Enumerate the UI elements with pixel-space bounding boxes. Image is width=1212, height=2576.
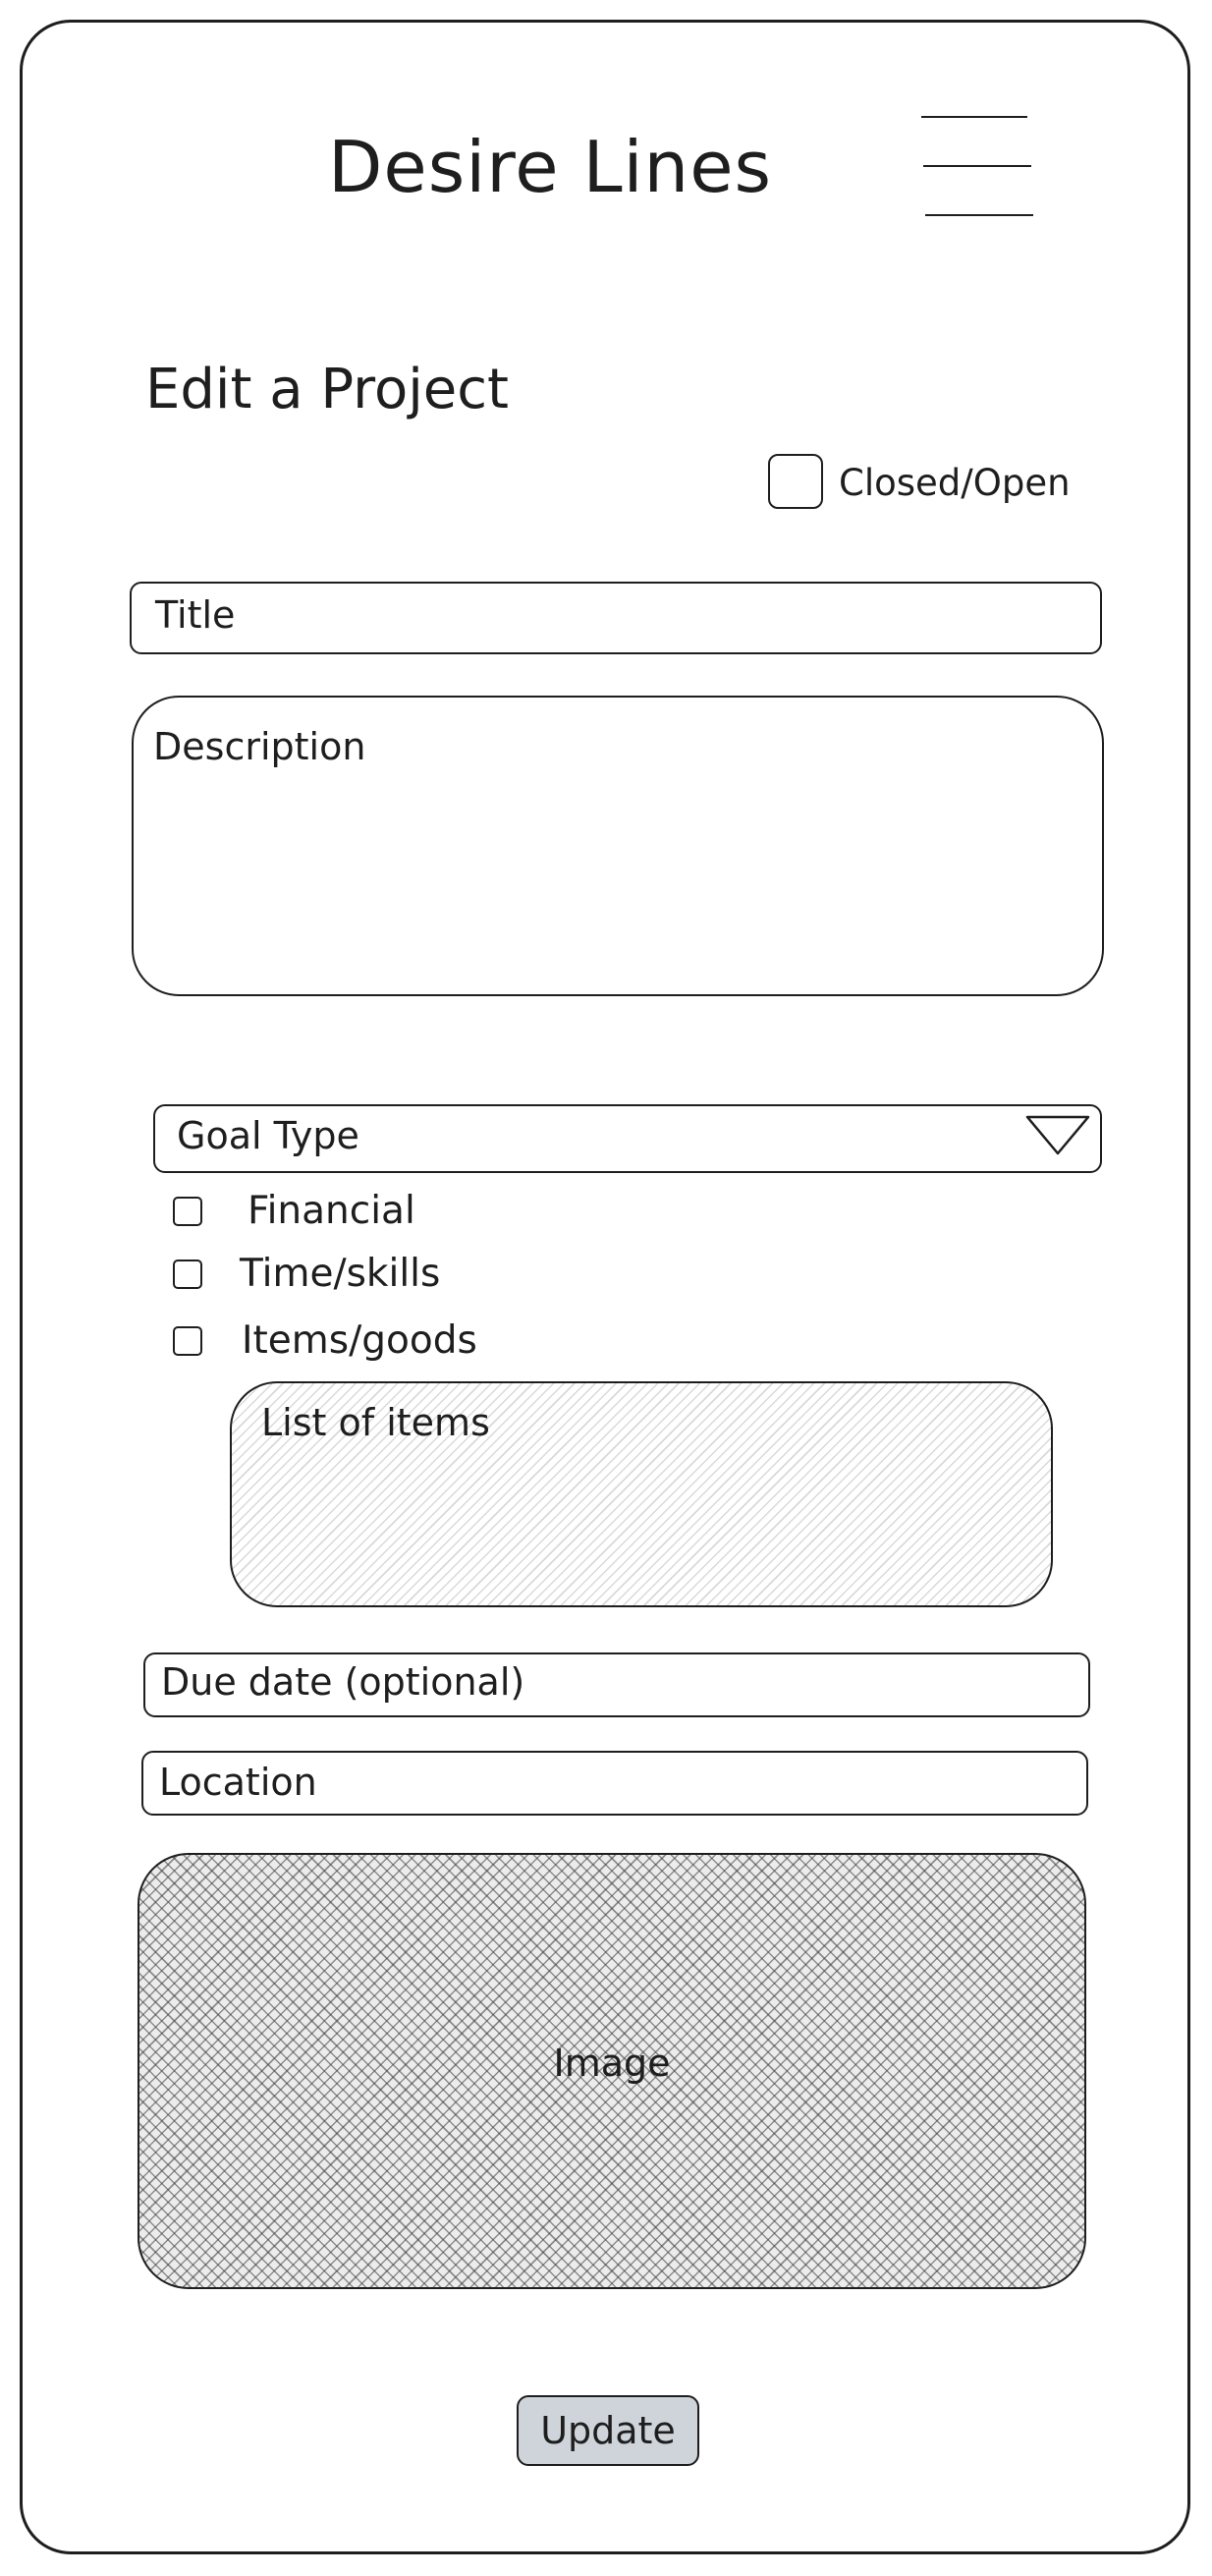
image-upload-area[interactable]: Image bbox=[138, 1853, 1086, 2289]
goal-type-value: Goal Type bbox=[177, 1114, 359, 1157]
items-list-textarea[interactable]: List of items bbox=[230, 1381, 1053, 1607]
page-heading: Edit a Project bbox=[145, 358, 509, 421]
items-goods-checkbox[interactable] bbox=[173, 1326, 202, 1356]
closed-open-checkbox[interactable] bbox=[768, 454, 823, 509]
image-placeholder: Image bbox=[553, 2042, 671, 2085]
items-goods-label: Items/goods bbox=[242, 1318, 477, 1363]
due-date-input[interactable]: Due date (optional) bbox=[143, 1652, 1090, 1717]
location-placeholder: Location bbox=[159, 1761, 317, 1804]
menu-line-middle bbox=[923, 165, 1031, 167]
title-placeholder: Title bbox=[155, 593, 236, 637]
closed-open-toggle[interactable]: Closed/Open bbox=[768, 454, 1082, 513]
closed-open-label: Closed/Open bbox=[839, 462, 1071, 504]
goal-option-time-skills[interactable]: Time/skills bbox=[173, 1252, 448, 1297]
items-list-placeholder: List of items bbox=[261, 1401, 490, 1444]
goal-option-financial[interactable]: Financial bbox=[173, 1189, 428, 1234]
due-date-placeholder: Due date (optional) bbox=[161, 1660, 525, 1704]
financial-label: Financial bbox=[248, 1189, 415, 1233]
location-input[interactable]: Location bbox=[141, 1751, 1088, 1816]
app-title: Desire Lines bbox=[327, 126, 772, 208]
description-textarea[interactable]: Description bbox=[132, 696, 1104, 996]
menu-line-bottom bbox=[925, 214, 1033, 216]
hamburger-menu-icon[interactable] bbox=[921, 114, 1035, 218]
time-skills-label: Time/skills bbox=[240, 1252, 441, 1296]
title-input[interactable]: Title bbox=[130, 582, 1102, 654]
menu-line-top bbox=[921, 116, 1027, 118]
goal-option-items-goods[interactable]: Items/goods bbox=[173, 1318, 487, 1364]
triangle-down-icon bbox=[1025, 1115, 1090, 1155]
update-button[interactable]: Update bbox=[517, 2395, 699, 2466]
time-skills-checkbox[interactable] bbox=[173, 1260, 202, 1289]
description-placeholder: Description bbox=[153, 725, 366, 768]
financial-checkbox[interactable] bbox=[173, 1197, 202, 1226]
goal-type-select[interactable]: Goal Type bbox=[153, 1104, 1102, 1173]
